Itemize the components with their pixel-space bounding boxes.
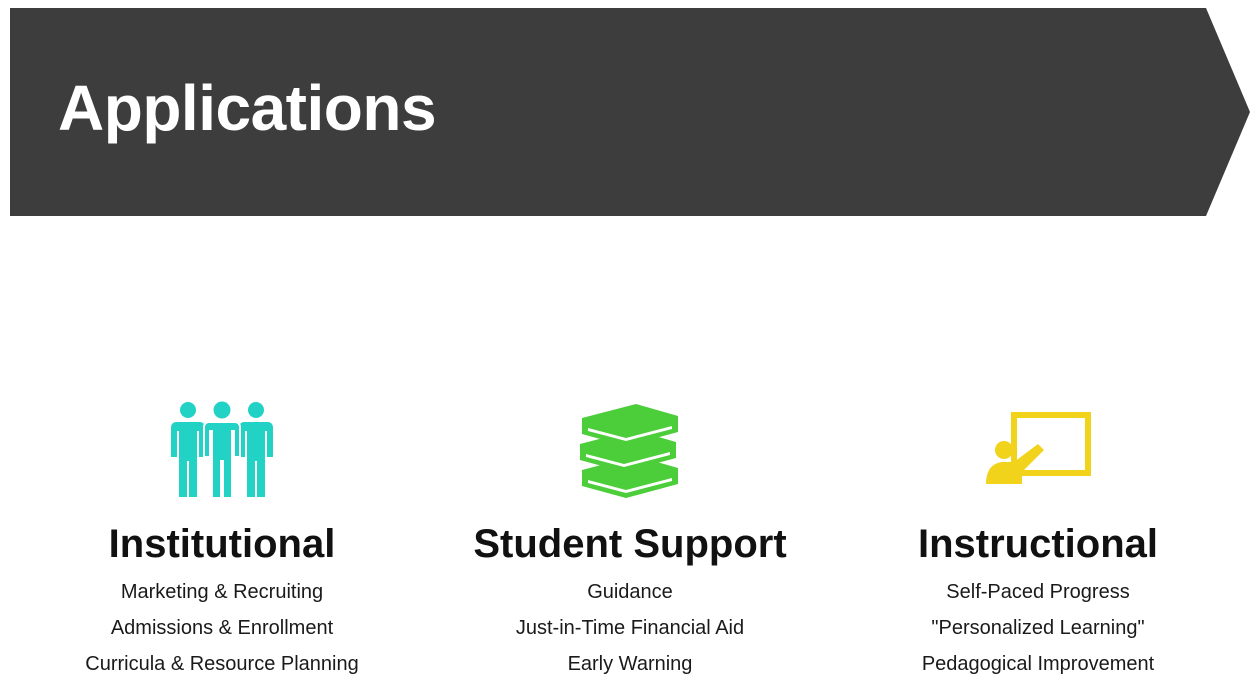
list-item: Early Warning — [567, 653, 693, 675]
institutional-list: Marketing & Recruiting Admissions & Enro… — [22, 574, 422, 682]
group-of-people-icon — [22, 394, 422, 506]
list-item: Curricula & Resource Planning — [85, 653, 359, 675]
list-item: Self-Paced Progress — [946, 581, 1130, 603]
list-item: Guidance — [587, 581, 673, 603]
page-title: Applications — [58, 72, 437, 144]
title-banner: Applications — [10, 8, 1250, 216]
instructional-heading: Instructional — [917, 522, 1159, 566]
stack-of-books-icon — [430, 394, 830, 506]
student-support-list: Guidance Just-in-Time Financial Aid Earl… — [430, 574, 830, 682]
instructional-list: Self-Paced Progress "Personalized Learni… — [838, 574, 1238, 682]
institutional-section: Institutional Marketing & Recruiting Adm… — [22, 394, 422, 682]
list-item: Just-in-Time Financial Aid — [515, 617, 745, 639]
list-item: Pedagogical Improvement — [921, 653, 1155, 675]
student-support-section: Student Support Guidance Just-in-Time Fi… — [430, 394, 830, 682]
list-item: Marketing & Recruiting — [120, 581, 324, 603]
student-support-heading: Student Support — [473, 522, 787, 566]
institutional-heading: Institutional — [108, 522, 336, 566]
teacher-at-board-icon — [838, 394, 1238, 506]
instructional-section: Instructional Self-Paced Progress "Perso… — [838, 394, 1238, 682]
list-item: Admissions & Enrollment — [110, 617, 334, 639]
list-item: "Personalized Learning" — [931, 617, 1145, 639]
